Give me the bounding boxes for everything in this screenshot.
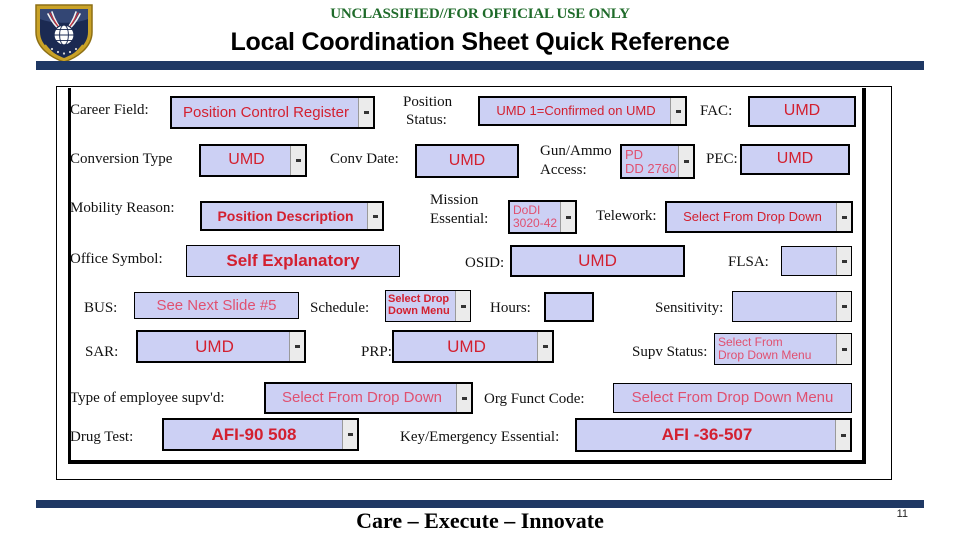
field-osid-value: UMD — [578, 251, 617, 271]
field-office-symbol[interactable]: Self Explanatory — [186, 245, 400, 277]
field-mobility-reason-value: Position Description — [217, 207, 354, 224]
field-career-field[interactable]: Position Control Register — [170, 96, 375, 129]
slide-number: 11 — [896, 508, 908, 520]
chevron-down-icon[interactable] — [358, 98, 373, 127]
field-drug-test-value: AFI-90 508 — [211, 424, 297, 444]
field-supv-status-value-line2: Drop Down Menu — [718, 348, 812, 362]
label-org-funct-code: Org Funct Code: — [484, 391, 585, 407]
field-conv-date[interactable]: UMD — [415, 144, 519, 178]
field-office-symbol-value: Self Explanatory — [226, 251, 360, 271]
field-position-status-value: UMD 1=Confirmed on UMD — [496, 103, 656, 119]
field-mobility-reason[interactable]: Position Description — [200, 201, 384, 231]
footer-divider — [36, 500, 924, 508]
label-conversion-type: Conversion Type — [70, 151, 173, 167]
label-position-status-line2: Status: — [406, 112, 447, 128]
field-sar[interactable]: UMD — [136, 330, 306, 363]
chevron-down-icon[interactable] — [835, 420, 850, 450]
label-sar: SAR: — [85, 344, 119, 360]
field-schedule[interactable]: Select Drop Down Menu — [385, 290, 471, 322]
field-conversion-type-value: UMD — [228, 151, 265, 169]
label-sensitivity: Sensitivity: — [655, 300, 724, 316]
field-fac-value: UMD — [783, 102, 821, 120]
field-sensitivity[interactable] — [732, 291, 852, 322]
chevron-down-icon[interactable] — [836, 247, 851, 275]
field-conv-date-value: UMD — [448, 151, 486, 169]
field-prp-value: UMD — [447, 336, 486, 356]
field-type-employee-supvd-value: Select From Drop Down — [281, 389, 443, 407]
field-org-funct-code[interactable]: Select From Drop Down Menu — [613, 383, 852, 413]
footer-motto: Care – Execute – Innovate — [356, 508, 604, 533]
label-position-status-line1: Position — [403, 94, 453, 110]
chevron-down-icon[interactable] — [560, 202, 575, 232]
field-pec[interactable]: UMD — [740, 144, 850, 175]
field-schedule-value-line2: Down Menu — [388, 305, 450, 317]
page-title: Local Coordination Sheet Quick Reference — [230, 28, 730, 56]
field-key-emergency-essential-value: AFI -36-507 — [661, 425, 753, 445]
chevron-down-icon[interactable] — [455, 291, 470, 321]
chevron-down-icon[interactable] — [836, 203, 851, 231]
chevron-down-icon[interactable] — [456, 384, 471, 412]
field-sar-value: UMD — [195, 336, 234, 356]
label-prp: PRP: — [361, 344, 392, 360]
chevron-down-icon[interactable] — [342, 420, 357, 449]
field-supv-status[interactable]: Select From Drop Down Menu — [714, 333, 852, 365]
field-prp[interactable]: UMD — [392, 330, 554, 363]
label-career-field: Career Field: — [70, 102, 149, 118]
chevron-down-icon[interactable] — [537, 332, 552, 361]
field-hours[interactable] — [544, 292, 594, 322]
chevron-down-icon[interactable] — [670, 98, 685, 124]
chevron-down-icon[interactable] — [678, 146, 693, 177]
label-key-emergency-essential: Key/Emergency Essential: — [400, 429, 560, 445]
chevron-down-icon[interactable] — [836, 334, 851, 364]
field-pec-value: UMD — [776, 150, 814, 168]
field-conversion-type[interactable]: UMD — [199, 144, 307, 177]
field-type-employee-supvd[interactable]: Select From Drop Down — [264, 382, 473, 414]
field-key-emergency-essential[interactable]: AFI -36-507 — [575, 418, 852, 452]
label-type-employee-supvd: Type of employee supv'd: — [70, 390, 225, 406]
chevron-down-icon[interactable] — [836, 292, 851, 321]
field-gun-ammo-access-value-line1: PD — [625, 146, 644, 162]
label-drug-test: Drug Test: — [70, 429, 134, 445]
label-supv-status: Supv Status: — [632, 344, 708, 360]
field-osid[interactable]: UMD — [510, 245, 685, 277]
label-mobility-reason: Mobility Reason: — [70, 200, 175, 216]
field-position-status[interactable]: UMD 1=Confirmed on UMD — [478, 96, 687, 126]
field-telework-value: Select From Drop Down — [683, 209, 822, 225]
field-bus[interactable]: See Next Slide #5 — [134, 292, 299, 319]
classification-banner: UNCLASSIFIED//FOR OFFICIAL USE ONLY — [330, 6, 630, 22]
field-fac[interactable]: UMD — [748, 96, 856, 127]
label-bus: BUS: — [84, 300, 118, 316]
label-telework: Telework: — [596, 208, 657, 224]
chevron-down-icon[interactable] — [367, 203, 382, 229]
label-office-symbol: Office Symbol: — [70, 251, 163, 267]
header-divider — [36, 61, 924, 70]
slide-page: UNCLASSIFIED//FOR OFFICIAL USE ONLY Loca… — [0, 0, 960, 540]
label-mission-essential-line1: Mission — [430, 192, 479, 208]
field-telework[interactable]: Select From Drop Down — [665, 201, 853, 233]
chevron-down-icon[interactable] — [289, 332, 304, 361]
field-gun-ammo-access[interactable]: PD DD 2760 — [620, 144, 695, 179]
field-bus-value: See Next Slide #5 — [156, 296, 277, 314]
label-osid: OSID: — [465, 255, 505, 271]
field-mission-essential[interactable]: DoDI 3020-42 — [508, 200, 577, 234]
label-schedule: Schedule: — [310, 300, 370, 316]
label-gun-ammo-line2: Access: — [540, 162, 587, 178]
field-org-funct-code-value: Select From Drop Down Menu — [631, 389, 834, 407]
label-gun-ammo-line1: Gun/Ammo — [540, 143, 612, 159]
field-career-field-value: Position Control Register — [183, 103, 349, 121]
chevron-down-icon[interactable] — [290, 146, 305, 175]
label-flsa: FLSA: — [728, 254, 769, 270]
label-mission-essential-line2: Essential: — [430, 211, 489, 227]
field-drug-test[interactable]: AFI-90 508 — [162, 418, 359, 451]
label-hours: Hours: — [490, 300, 531, 316]
label-fac: FAC: — [700, 103, 733, 119]
label-conv-date: Conv Date: — [330, 151, 399, 167]
field-flsa[interactable] — [781, 246, 852, 276]
label-pec: PEC: — [706, 151, 738, 167]
